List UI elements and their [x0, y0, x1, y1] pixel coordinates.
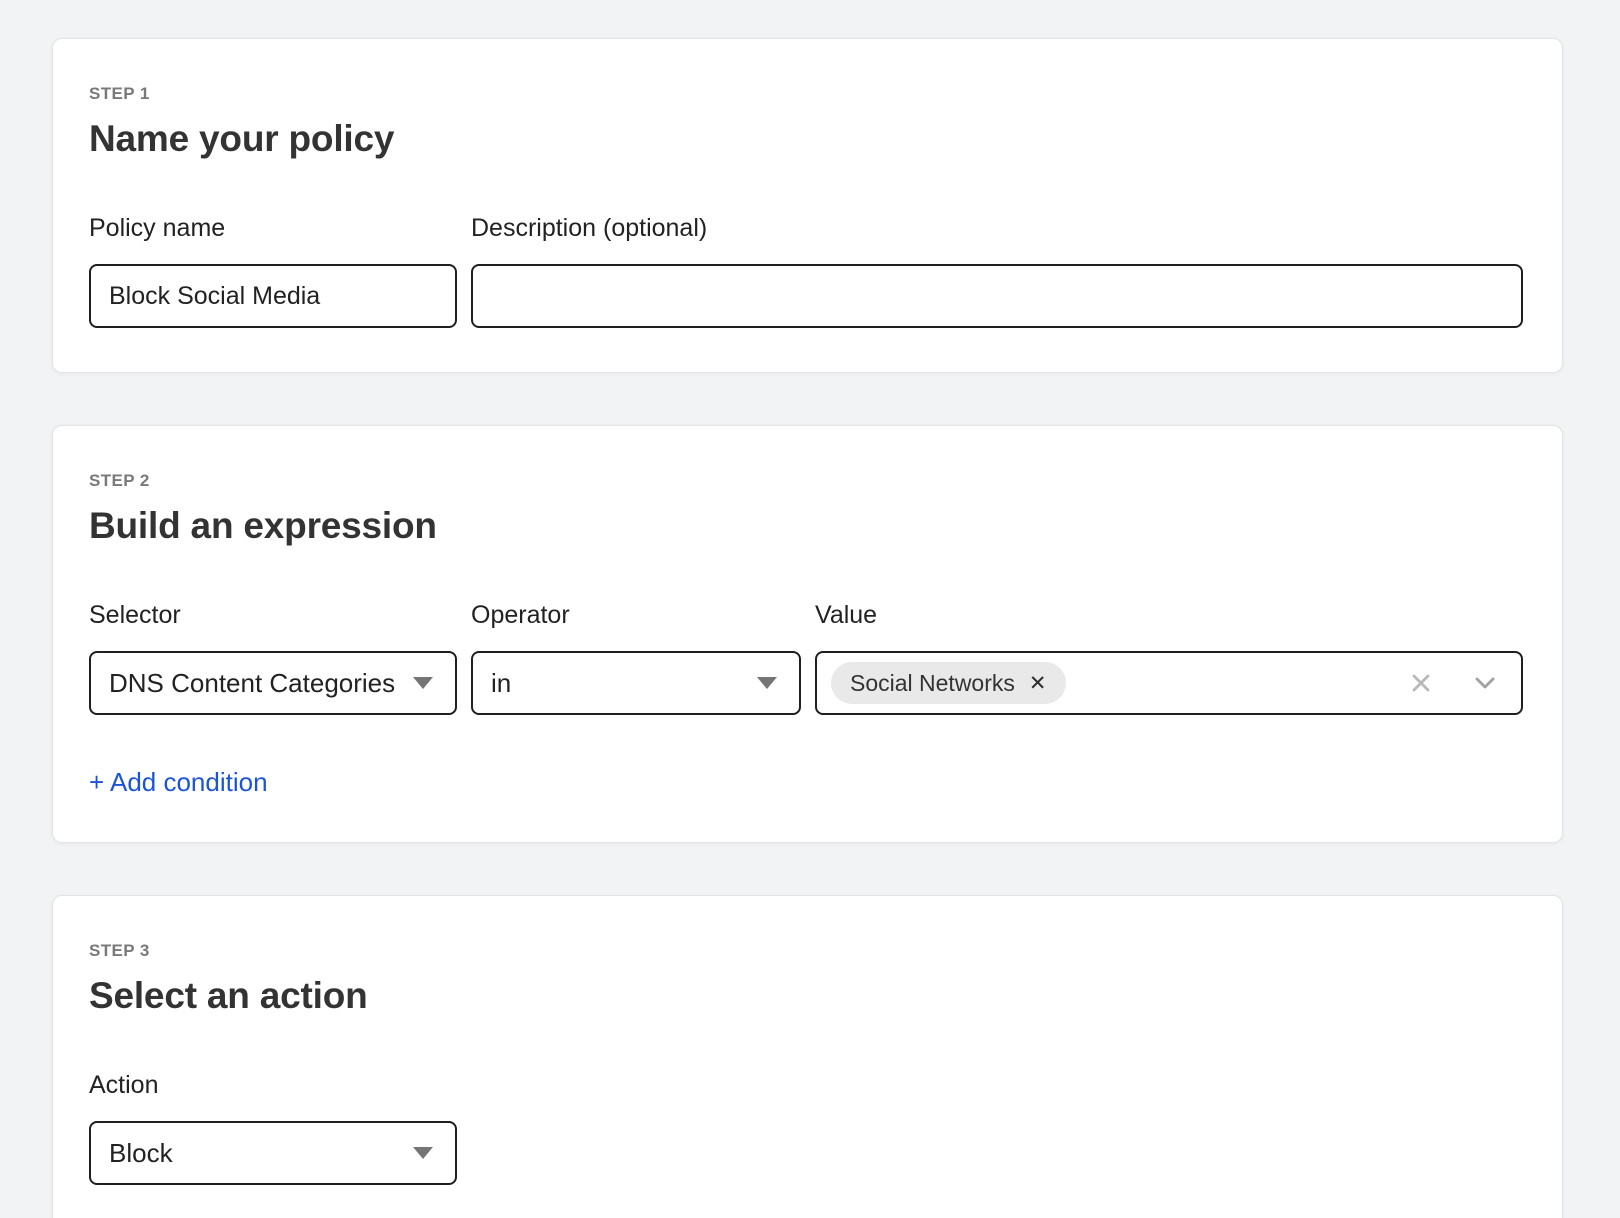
- policy-builder-page: STEP 1 Name your policy Policy name Desc…: [0, 0, 1620, 1218]
- value-multiselect[interactable]: Social Networks ✕: [815, 651, 1523, 715]
- step1-label: STEP 1: [89, 84, 1523, 104]
- add-condition-link[interactable]: + Add condition: [89, 767, 268, 798]
- selector-dropdown[interactable]: DNS Content Categories: [89, 651, 457, 715]
- step1-card: STEP 1 Name your policy Policy name Desc…: [52, 38, 1563, 373]
- operator-dropdown[interactable]: in: [471, 651, 801, 715]
- action-value: Block: [109, 1138, 173, 1169]
- description-label: Description (optional): [471, 214, 1523, 243]
- step3-card: STEP 3 Select an action Action Block: [52, 895, 1563, 1218]
- step2-card: STEP 2 Build an expression Selector DNS …: [52, 425, 1563, 843]
- chevron-down-icon[interactable]: [1469, 667, 1501, 699]
- step3-title: Select an action: [89, 975, 1523, 1017]
- clear-all-icon[interactable]: [1407, 669, 1435, 697]
- selector-label: Selector: [89, 601, 457, 630]
- caret-down-icon: [413, 1147, 433, 1159]
- policy-name-label: Policy name: [89, 214, 457, 243]
- description-input[interactable]: [471, 264, 1523, 328]
- caret-down-icon: [757, 677, 777, 689]
- step2-title: Build an expression: [89, 505, 1523, 547]
- selector-value: DNS Content Categories: [109, 668, 395, 699]
- step2-label: STEP 2: [89, 471, 1523, 491]
- tag-remove-icon[interactable]: ✕: [1029, 673, 1047, 694]
- policy-name-input[interactable]: [89, 264, 457, 328]
- value-tag-text: Social Networks: [850, 670, 1015, 697]
- step3-label: STEP 3: [89, 941, 1523, 961]
- operator-value: in: [491, 668, 511, 699]
- step1-title: Name your policy: [89, 118, 1523, 160]
- value-label: Value: [815, 601, 1523, 630]
- value-tag: Social Networks ✕: [831, 662, 1066, 704]
- operator-label: Operator: [471, 601, 801, 630]
- action-label: Action: [89, 1071, 457, 1100]
- action-dropdown[interactable]: Block: [89, 1121, 457, 1185]
- caret-down-icon: [413, 677, 433, 689]
